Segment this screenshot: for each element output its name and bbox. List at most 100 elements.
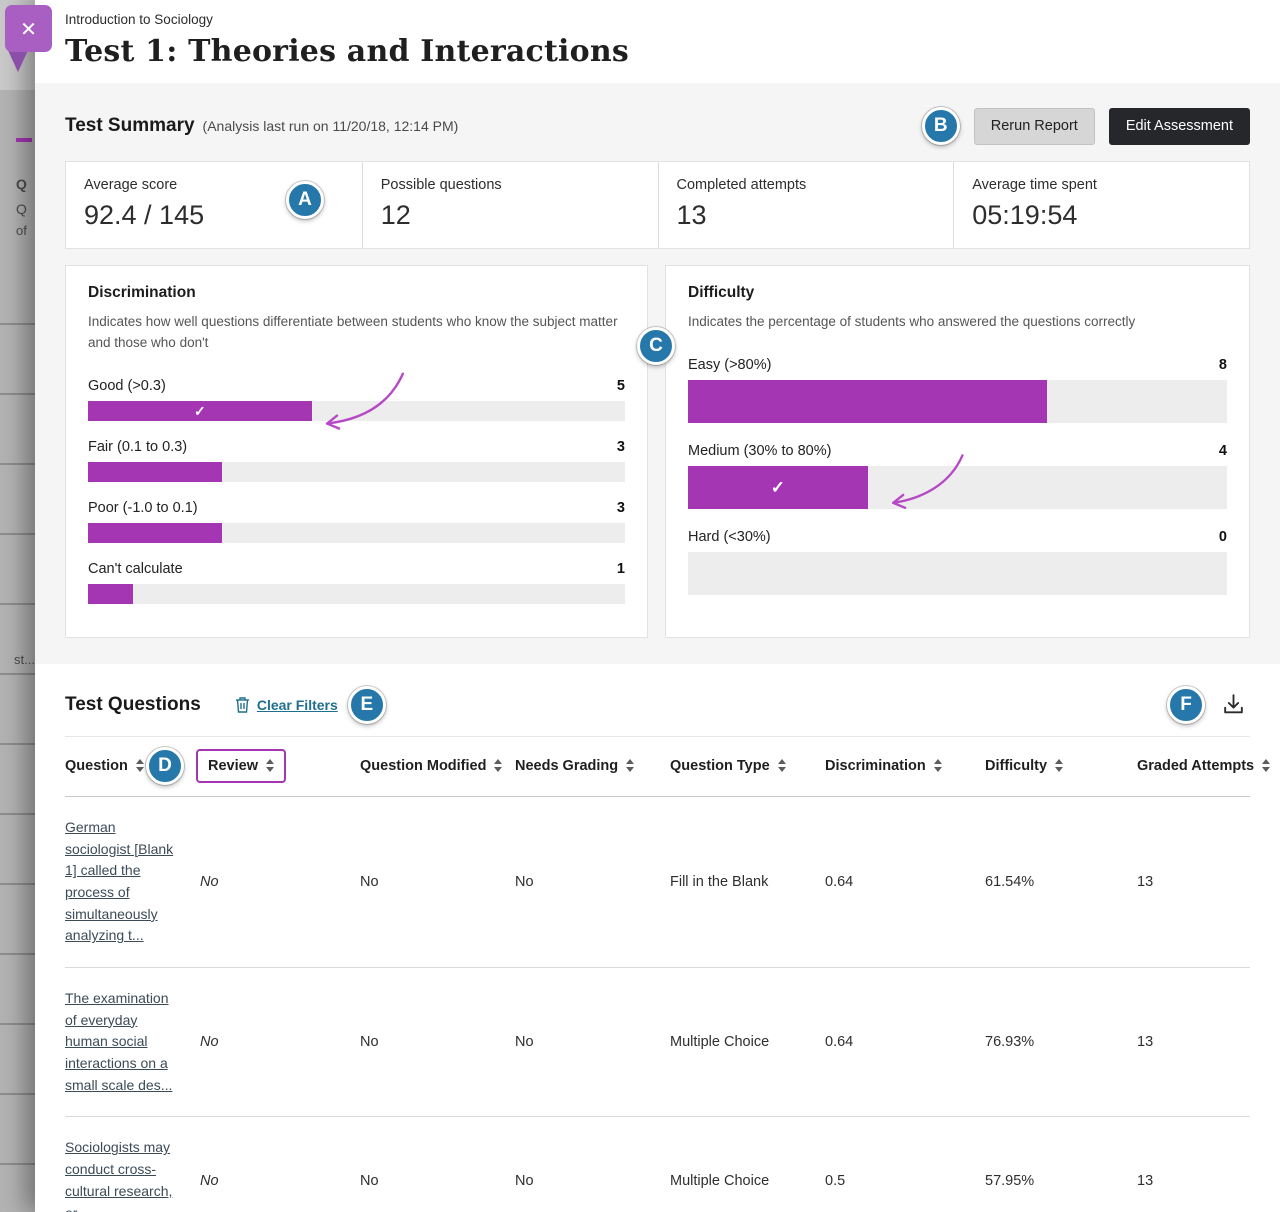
discrimination-title: Discrimination (88, 284, 625, 302)
column-label: Needs Grading (515, 758, 618, 774)
difficulty-description: Indicates the percentage of students who… (688, 312, 1227, 333)
sort-icon[interactable] (1262, 759, 1270, 772)
bar-label: Fair (0.1 to 0.3) (88, 439, 187, 455)
header-cell[interactable]: Question Type (670, 751, 825, 781)
bar-group: Medium (30% to 80%) 4 ✓ (688, 443, 1227, 509)
test-summary-section: Test Summary (Analysis last run on 11/20… (35, 83, 1280, 664)
test-questions-section: Test Questions Clear Filters E F Questio… (35, 664, 1280, 1212)
assessment-panel: Introduction to Sociology Test 1: Theori… (35, 0, 1280, 1212)
sort-icon[interactable] (136, 759, 144, 772)
bar-track: ✓ (88, 401, 625, 421)
cell-difficulty: 61.54% (985, 874, 1137, 890)
bar-label: Can't calculate (88, 561, 183, 577)
cell-needs-grading: No (515, 874, 670, 890)
annotation-badge-a: A (286, 181, 324, 219)
bar-count: 1 (617, 561, 625, 577)
bar-label: Good (>0.3) (88, 378, 166, 394)
cell-needs-grading: No (515, 1173, 670, 1189)
close-button[interactable]: ✕ (5, 5, 52, 52)
bar-track (88, 523, 625, 543)
sort-icon[interactable] (626, 759, 634, 772)
cell-graded-attempts: 13 (1137, 874, 1250, 890)
header-cell[interactable]: Graded Attempts (1137, 751, 1270, 781)
bar-count: 8 (1219, 357, 1227, 373)
bar-track (88, 462, 625, 482)
sort-icon[interactable] (778, 759, 786, 772)
bar-track (688, 552, 1227, 595)
cell-review: No (200, 1173, 360, 1189)
header-cell[interactable]: Review D (200, 749, 360, 783)
bar-group: Fair (0.1 to 0.3) 3 (88, 439, 625, 482)
cell-discrimination: 0.64 (825, 874, 985, 890)
questions-table: Question Review D Question Modified Need… (65, 736, 1250, 1212)
bar-fill: ✓ (88, 401, 312, 421)
bar-group: Hard (<30%) 0 (688, 529, 1227, 595)
annotation-badge-d: D (146, 747, 184, 785)
bar-fill (688, 380, 1047, 423)
bar-group: Easy (>80%) 8 (688, 357, 1227, 423)
question-link[interactable]: Sociologists may conduct cross-cultural … (65, 1137, 177, 1212)
question-link[interactable]: German sociologist [Blank 1] called the … (65, 817, 177, 947)
summary-stats: A Average score 92.4 / 145 Possible ques… (65, 161, 1250, 249)
bar-fill: ✓ (688, 466, 868, 509)
discrimination-card: Discrimination Indicates how well questi… (65, 265, 648, 638)
download-button[interactable] (1217, 688, 1250, 721)
cell-question-type: Multiple Choice (670, 1173, 825, 1189)
sort-icon[interactable] (494, 759, 502, 772)
bar-count: 0 (1219, 529, 1227, 545)
header-cell[interactable]: Difficulty (985, 751, 1137, 781)
table-row: German sociologist [Blank 1] called the … (65, 797, 1250, 968)
annotation-badge-b: B (922, 107, 960, 145)
clear-filters-link[interactable]: Clear Filters (235, 696, 338, 713)
bar-group: Poor (-1.0 to 0.1) 3 (88, 500, 625, 543)
summary-stat: Average time spent 05:19:54 (953, 162, 1249, 248)
sort-icon[interactable] (1055, 759, 1063, 772)
close-icon: ✕ (20, 17, 37, 41)
bar-group: Good (>0.3) 5 ✓ (88, 378, 625, 421)
bar-label: Hard (<30%) (688, 529, 771, 545)
bar-track: ✓ (688, 466, 1227, 509)
summary-stat: Completed attempts 13 (658, 162, 954, 248)
cell-question-type: Multiple Choice (670, 1034, 825, 1050)
header-cell[interactable]: Discrimination (825, 751, 985, 781)
stat-value: 12 (381, 200, 640, 231)
cell-difficulty: 76.93% (985, 1034, 1137, 1050)
column-label: Difficulty (985, 758, 1047, 774)
cell-needs-grading: No (515, 1034, 670, 1050)
analysis-cards: C Discrimination Indicates how well ques… (65, 265, 1250, 638)
cell-question-modified: No (360, 1173, 515, 1189)
cell-graded-attempts: 13 (1137, 1173, 1250, 1189)
bar-label: Poor (-1.0 to 0.1) (88, 500, 198, 516)
stat-value: 13 (677, 200, 936, 231)
column-label: Graded Attempts (1137, 758, 1254, 774)
column-label: Question Modified (360, 758, 486, 774)
page-title: Test 1: Theories and Interactions (65, 34, 1250, 69)
stat-value: 05:19:54 (972, 200, 1231, 231)
background-text-fragment: Q (16, 201, 27, 217)
column-label: Question Type (670, 758, 770, 774)
cell-review: No (200, 1034, 360, 1050)
header-cell[interactable]: Question Modified (360, 751, 515, 781)
bar-group: Can't calculate 1 (88, 561, 625, 604)
sort-icon[interactable] (934, 759, 942, 772)
sort-icon[interactable] (266, 759, 274, 772)
bar-count: 3 (617, 439, 625, 455)
background-text-fragment: of (16, 223, 27, 238)
edit-assessment-button[interactable]: Edit Assessment (1109, 108, 1250, 145)
table-body: German sociologist [Blank 1] called the … (65, 797, 1250, 1212)
background-text-fragment: st... (14, 652, 35, 667)
background-tab-indicator (16, 138, 32, 142)
cell-review: No (200, 874, 360, 890)
cell-graded-attempts: 13 (1137, 1034, 1250, 1050)
panel-header: Introduction to Sociology Test 1: Theori… (35, 0, 1280, 83)
question-link[interactable]: The examination of everyday human social… (65, 988, 177, 1096)
discrimination-description: Indicates how well questions differentia… (88, 312, 625, 354)
header-cell[interactable]: Needs Grading (515, 751, 670, 781)
summary-stat: Possible questions 12 (362, 162, 658, 248)
stat-label: Completed attempts (677, 177, 936, 193)
column-label: Review (208, 758, 258, 774)
bar-count: 3 (617, 500, 625, 516)
bar-label: Medium (30% to 80%) (688, 443, 831, 459)
rerun-report-button[interactable]: Rerun Report (974, 108, 1095, 145)
table-row: The examination of everyday human social… (65, 968, 1250, 1117)
